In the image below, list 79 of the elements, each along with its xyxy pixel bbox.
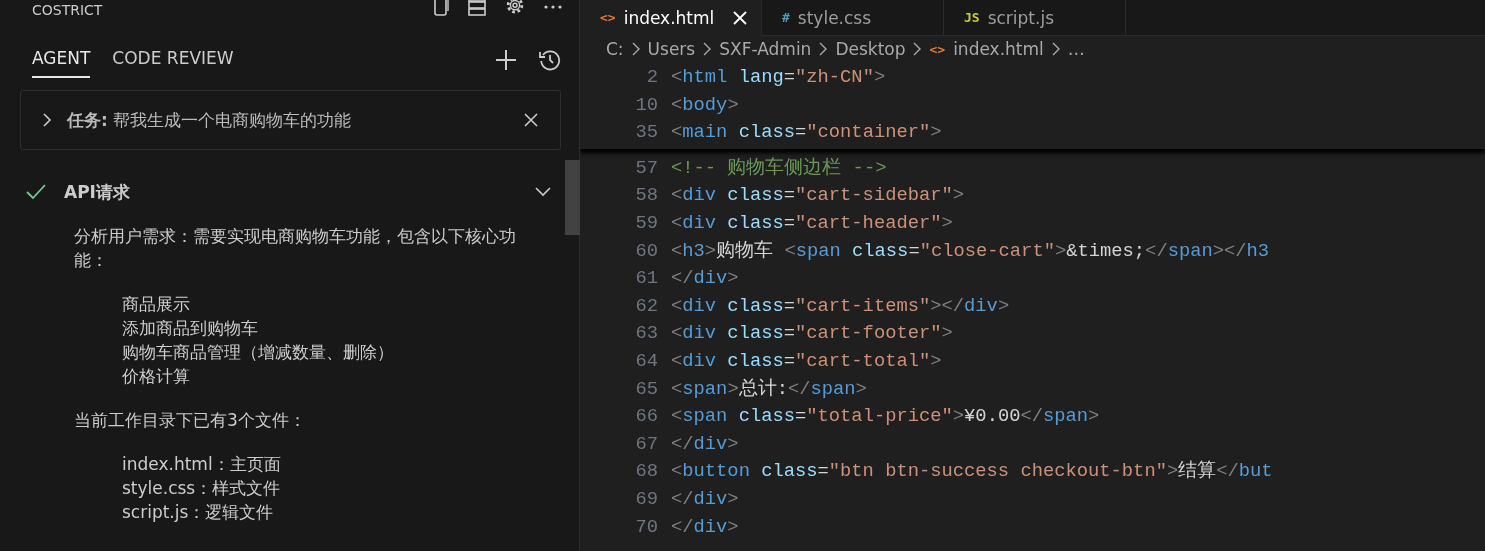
tab-label: style.css [797,7,873,28]
line-number: 57 [634,155,659,181]
line-number: 67 [634,431,659,457]
file-type-icon: <> [929,41,946,57]
line-number: 62 [634,293,659,319]
chevron-right-icon [1051,42,1060,56]
breadcrumb-item[interactable]: SXF-Admin [719,39,812,59]
scrollbar-thumb[interactable] [565,160,580,235]
code-line: <main class="container"> [671,119,942,147]
code-line: <html lang="zh-CN"> [671,65,886,90]
code-line: <body> [671,92,739,118]
plus-icon[interactable] [495,49,517,71]
line-number: 10 [634,92,659,118]
breadcrumb-item[interactable]: … [1067,39,1085,59]
chevron-right-icon [703,42,712,56]
panel-tab[interactable]: CODE REVIEW [112,42,234,78]
code-line: <div class="cart-header"> [671,209,953,238]
code-line: <div class="cart-sidebar"> [671,182,965,210]
code-line: <button class="btn btn-success checkout-btn">结算</but [671,458,1273,486]
tab-label: script.js [987,7,1055,28]
message-paragraph: 当前工作目录下已有3个文件： [74,409,307,432]
code-line: <span class="total-price">¥0.00</span> [671,403,1100,431]
code-line: <div class="cart-total"> [671,347,942,376]
breadcrumb-item[interactable]: C: [606,39,624,59]
code-line: </div> [671,265,739,293]
editor-tab[interactable]: JS script.js [944,0,1126,36]
server-icon[interactable] [467,0,487,17]
file-type-icon: JS [964,10,980,25]
chevron-right-icon [913,42,922,56]
line-number: 66 [634,404,659,430]
task-card[interactable]: 任务: 帮我生成一个电商购物车的功能 [20,90,561,150]
section-title: API请求 [64,180,130,204]
line-number: 2 [645,65,659,90]
file-type-icon: # [782,10,790,25]
close-icon[interactable] [524,113,538,127]
panel-tab[interactable]: AGENT [32,42,91,78]
message-paragraph: 分析用户需求：需要实现电商购物车功能，包含以下核心功能： [74,225,517,272]
editor-tab[interactable]: # style.css [762,0,944,36]
task-text: 任务: 帮我生成一个电商购物车的功能 [67,108,353,132]
list-item: 添加商品到购物车 [122,317,259,340]
code-line: <div class="cart-items"></div> [671,292,1010,321]
code-line: <span>总计:</span> [671,375,867,404]
chevron-right-icon [631,42,640,56]
list-item: script.js：逻辑文件 [122,501,275,524]
code-line: </div> [671,513,739,542]
chevron-right-icon [819,42,828,56]
device-icon[interactable] [431,0,451,17]
code-line: <!-- 购物车侧边栏 --> [671,154,887,183]
tab-label: index.html [623,7,716,28]
line-number: 70 [634,514,659,540]
code-line: <div class="cart-footer"> [671,320,953,348]
breadcrumb-item[interactable]: Users [647,39,696,59]
line-number: 69 [634,486,659,512]
panel-title: COSTRICT [32,2,103,18]
line-number: 68 [634,459,659,485]
line-number: 63 [634,321,659,347]
history-icon[interactable] [539,49,561,71]
line-number: 60 [634,238,659,264]
list-item: 价格计算 [122,365,191,388]
line-number: 58 [634,183,659,209]
more-icon[interactable] [543,4,563,10]
file-type-icon: <> [600,10,616,25]
list-item: 商品展示 [122,293,191,316]
breadcrumb-item[interactable]: index.html [953,39,1044,59]
chevron-down-icon[interactable] [535,187,551,197]
code-line: </div> [671,430,739,459]
code-line: </div> [671,485,739,514]
line-number: 59 [634,210,659,236]
breadcrumb-item[interactable]: Desktop [835,39,906,59]
line-number: 61 [634,266,659,292]
list-item: style.css：样式文件 [122,477,282,500]
line-number: 64 [634,348,659,374]
code-line: <h3>购物车 <span class="close-cart">&times;</span></h3 [671,237,1270,266]
list-item: 购物车商品管理（增减数量、删除） [122,341,395,364]
list-item: index.html：主页面 [122,453,282,476]
chevron-right-icon[interactable] [41,112,53,128]
editor-tab[interactable]: <> index.html [580,0,762,36]
line-number: 65 [634,376,659,402]
line-number: 35 [634,120,659,146]
